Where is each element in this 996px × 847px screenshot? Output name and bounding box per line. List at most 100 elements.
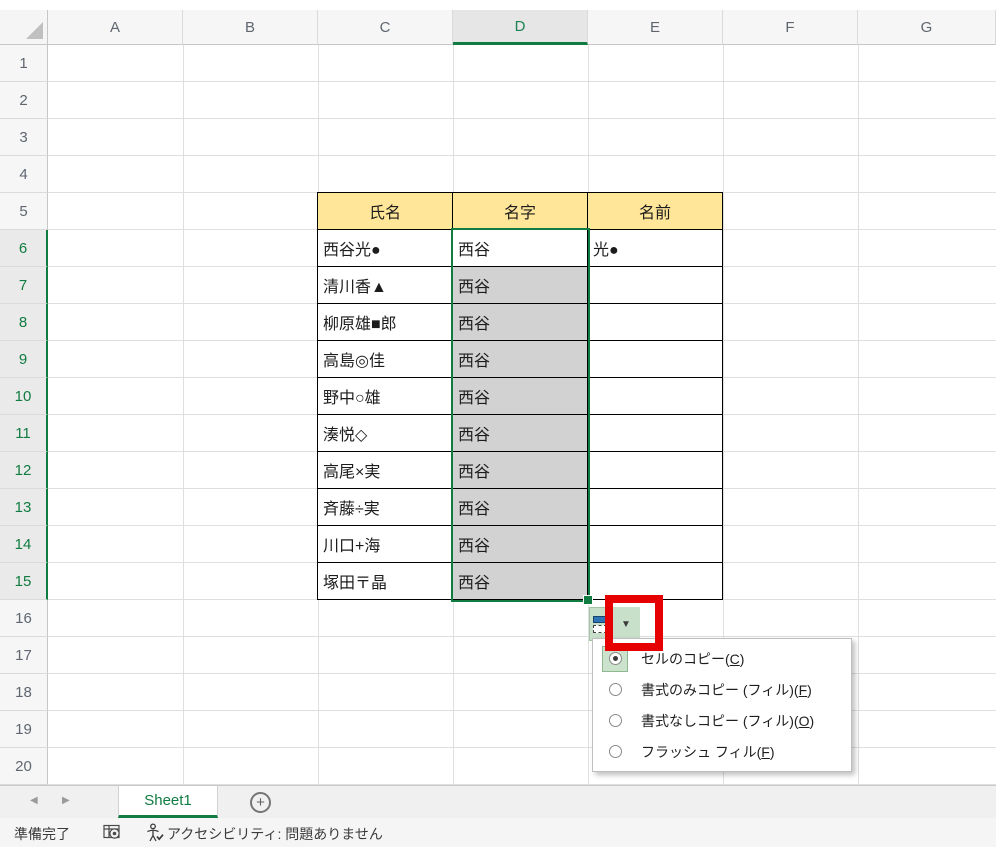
cell-D10[interactable]: 西谷 (453, 378, 588, 415)
autofill-menu-item-label: 書式なしコピー (フィル)(O) (641, 712, 815, 729)
cell-E12[interactable] (588, 452, 723, 489)
add-sheet-button[interactable]: + (250, 792, 271, 813)
row-header-13[interactable]: 13 (0, 489, 48, 526)
row-header-19[interactable]: 19 (0, 711, 48, 748)
sheet-nav-left-icon[interactable]: ◀ (30, 795, 38, 806)
radio-plain (602, 708, 628, 734)
cell-C7[interactable]: 清川香▲ (318, 267, 453, 304)
cell-D6[interactable]: 西谷 (453, 230, 588, 267)
autofill-icon (593, 615, 607, 633)
column-header-b[interactable]: B (183, 10, 318, 45)
select-all-button[interactable] (0, 10, 48, 45)
macro-record-icon[interactable] (103, 824, 121, 840)
autofill-dropdown-arrow[interactable]: ▼ (612, 607, 640, 641)
gridline-horizontal (48, 155, 996, 156)
cell-E13[interactable] (588, 489, 723, 526)
gridline-horizontal (48, 673, 996, 674)
radio-icon (608, 714, 622, 727)
row-header-12[interactable]: 12 (0, 452, 48, 489)
sheet-nav-right-icon[interactable]: ▶ (62, 795, 70, 806)
cell-C15[interactable]: 塚田〒晶 (318, 563, 453, 600)
column-header-g[interactable]: G (858, 10, 996, 45)
row-header-1[interactable]: 1 (0, 45, 48, 82)
cell-C14[interactable]: 川口+海 (318, 526, 453, 563)
column-header-e[interactable]: E (588, 10, 723, 45)
row-header-8[interactable]: 8 (0, 304, 48, 341)
cell-E8[interactable] (588, 304, 723, 341)
cell-C8[interactable]: 柳原雄■郎 (318, 304, 453, 341)
row-header-3[interactable]: 3 (0, 119, 48, 156)
autofill-menu-item-label: セルのコピー(C) (641, 650, 745, 667)
radio-icon (608, 683, 622, 696)
accessibility-status[interactable]: アクセシビリティ: 問題ありません (167, 824, 383, 844)
cell-E10[interactable] (588, 378, 723, 415)
cell-C6[interactable]: 西谷光● (318, 230, 453, 267)
cell-E14[interactable] (588, 526, 723, 563)
excel-window: ▼ セルのコピー(C) 書式のみコピー (フィル)(F) 書式なしコピー (フィル)… (0, 0, 996, 847)
autofill-menu-item-label: フラッシュ フィル(F) (641, 743, 775, 760)
gridline-vertical (183, 45, 184, 785)
row-header-18[interactable]: 18 (0, 674, 48, 711)
cell-D12[interactable]: 西谷 (453, 452, 588, 489)
gridline-horizontal (48, 636, 996, 637)
cell-E6[interactable]: 光● (588, 230, 723, 267)
row-header-15[interactable]: 15 (0, 563, 48, 600)
cell-C9[interactable]: 高島◎佳 (318, 341, 453, 378)
cell-D14[interactable]: 西谷 (453, 526, 588, 563)
cell-C13[interactable]: 斉藤÷実 (318, 489, 453, 526)
gridline-horizontal (48, 710, 996, 711)
table-header-cell-C5[interactable]: 氏名 (318, 193, 453, 230)
autofill-menu-item-label: 書式のみコピー (フィル)(F) (641, 681, 812, 698)
autofill-menu-item[interactable]: セルのコピー(C) (593, 643, 851, 674)
cell-E15[interactable] (588, 563, 723, 600)
autofill-menu-item[interactable]: 書式なしコピー (フィル)(O) (593, 705, 851, 736)
sheet-tab-sheet1[interactable]: Sheet1 (118, 786, 218, 818)
gridline-horizontal (48, 81, 996, 82)
row-header-4[interactable]: 4 (0, 156, 48, 193)
row-header-6[interactable]: 6 (0, 230, 48, 267)
radio-plain (602, 677, 628, 703)
row-header-14[interactable]: 14 (0, 526, 48, 563)
row-header-7[interactable]: 7 (0, 267, 48, 304)
row-header-11[interactable]: 11 (0, 415, 48, 452)
cell-E9[interactable] (588, 341, 723, 378)
row-header-20[interactable]: 20 (0, 748, 48, 785)
row-header-17[interactable]: 17 (0, 637, 48, 674)
select-all-triangle-icon (26, 22, 43, 39)
row-header-9[interactable]: 9 (0, 341, 48, 378)
row-header-5[interactable]: 5 (0, 193, 48, 230)
autofill-options-button[interactable] (589, 607, 611, 641)
cell-D11[interactable]: 西谷 (453, 415, 588, 452)
row-header-16[interactable]: 16 (0, 600, 48, 637)
autofill-menu-item[interactable]: フラッシュ フィル(F) (593, 736, 851, 767)
cell-D13[interactable]: 西谷 (453, 489, 588, 526)
row-header-2[interactable]: 2 (0, 82, 48, 119)
gridline-horizontal (48, 747, 996, 748)
cell-C12[interactable]: 高尾×実 (318, 452, 453, 489)
cell-D15[interactable]: 西谷 (453, 563, 588, 600)
cell-D9[interactable]: 西谷 (453, 341, 588, 378)
table-header-cell-E5[interactable]: 名前 (588, 193, 723, 230)
autofill-menu-item[interactable]: 書式のみコピー (フィル)(F) (593, 674, 851, 705)
table-header-cell-D5[interactable]: 名字 (453, 193, 588, 230)
fill-handle[interactable] (583, 595, 593, 605)
gridline-vertical (858, 45, 859, 785)
status-bar: 準備完了 アクセシビリティ: 問題ありません (0, 818, 996, 847)
accessibility-icon[interactable] (146, 823, 164, 843)
column-header-a[interactable]: A (48, 10, 183, 45)
cell-D7[interactable]: 西谷 (453, 267, 588, 304)
cell-E7[interactable] (588, 267, 723, 304)
cell-E11[interactable] (588, 415, 723, 452)
gridline-horizontal (48, 118, 996, 119)
column-header-d[interactable]: D (453, 10, 588, 45)
cell-D8[interactable]: 西谷 (453, 304, 588, 341)
radio-plain (602, 739, 628, 765)
sheet-tab-bar: ◀ ▶ Sheet1 + (0, 785, 996, 818)
column-header-f[interactable]: F (723, 10, 858, 45)
row-header-10[interactable]: 10 (0, 378, 48, 415)
cell-C10[interactable]: 野中○雄 (318, 378, 453, 415)
ready-status: 準備完了 (14, 826, 70, 842)
column-header-c[interactable]: C (318, 10, 453, 45)
radio-icon (608, 745, 622, 758)
cell-C11[interactable]: 湊悦◇ (318, 415, 453, 452)
